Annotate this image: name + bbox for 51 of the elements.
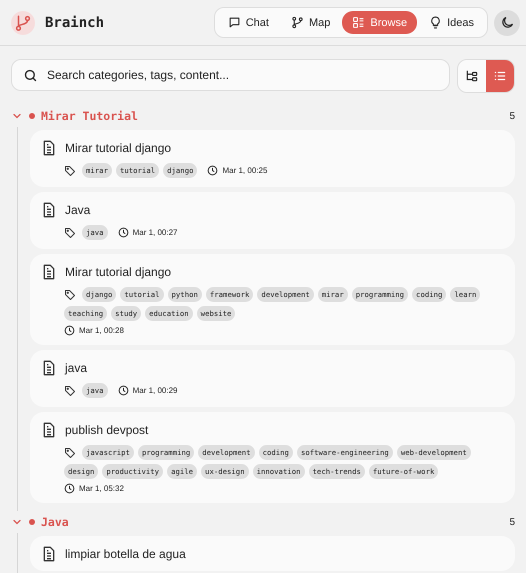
search-field[interactable]: Search categories, tags, content... xyxy=(11,59,450,91)
category-name[interactable]: Mirar Tutorial xyxy=(41,109,504,123)
nav-tab[interactable]: Chat xyxy=(218,11,279,34)
document-icon xyxy=(42,360,56,376)
timestamp: Mar 1, 00:28 xyxy=(79,326,124,335)
note-title: Mirar tutorial django xyxy=(65,141,172,155)
note-title: java xyxy=(65,361,88,375)
tag-icon xyxy=(64,164,76,176)
nav-tab[interactable]: Ideas xyxy=(419,11,484,34)
tag-icon xyxy=(64,288,76,300)
note-title: Java xyxy=(65,203,90,217)
tree-icon xyxy=(465,69,479,83)
category-dot-icon xyxy=(29,113,35,119)
speech-bubble-icon xyxy=(228,16,241,29)
grid-list-icon xyxy=(352,16,366,29)
note-title: limpiar botella de agua xyxy=(65,547,186,561)
clock-icon xyxy=(118,385,129,396)
note-card[interactable]: limpiar botella de agua xyxy=(30,536,515,571)
note-title: publish devpost xyxy=(65,423,148,437)
branch-logo-icon xyxy=(11,10,35,34)
document-icon xyxy=(42,140,56,156)
timestamp: Mar 1, 00:29 xyxy=(132,386,178,395)
clock-icon xyxy=(207,165,218,176)
timestamp: Mar 1, 00:27 xyxy=(132,228,178,237)
app-name: Brainch xyxy=(45,14,104,30)
list-view-button[interactable] xyxy=(486,60,514,92)
nav-tab[interactable]: Browse xyxy=(342,11,418,34)
lightbulb-icon xyxy=(429,16,442,29)
document-icon xyxy=(42,546,56,562)
document-icon xyxy=(42,264,56,280)
document-icon xyxy=(42,422,56,438)
tag-icon xyxy=(64,446,76,458)
clock-icon xyxy=(64,325,75,336)
list-icon xyxy=(493,69,507,83)
clock-icon xyxy=(64,483,75,494)
timestamp: Mar 1, 05:32 xyxy=(79,484,124,493)
search-icon xyxy=(23,68,38,82)
nav-tab[interactable]: Map xyxy=(280,11,340,34)
tag-icon xyxy=(64,226,76,238)
timestamp: Mar 1, 00:25 xyxy=(222,166,268,175)
category-dot-icon xyxy=(29,519,35,525)
clock-icon xyxy=(118,227,129,238)
note-title: Mirar tutorial django xyxy=(65,265,172,279)
item-count: 5 xyxy=(509,516,515,528)
dark-mode-button[interactable] xyxy=(494,10,520,36)
item-count: 5 xyxy=(509,110,515,122)
category-name[interactable]: Java xyxy=(41,515,504,529)
tag-icon xyxy=(64,384,76,396)
moon-icon xyxy=(500,15,514,30)
document-icon xyxy=(42,202,56,218)
branch-icon xyxy=(290,16,304,29)
